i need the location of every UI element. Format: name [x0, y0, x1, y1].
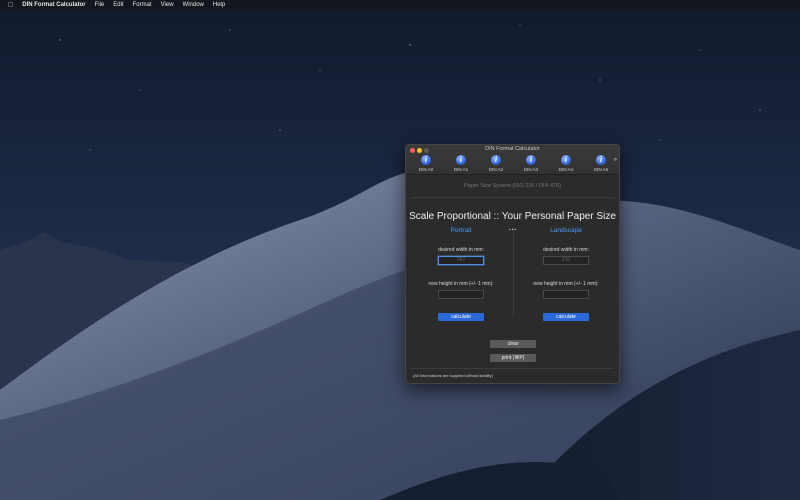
toolbar-din-a2[interactable]: i DIN A2: [486, 155, 506, 175]
divider: [411, 368, 614, 369]
toolbar-label: DIN A1: [453, 167, 469, 172]
apple-icon[interactable]: : [8, 2, 13, 9]
portrait-calculate-button[interactable]: calculate: [438, 313, 484, 321]
wallpaper-dunes: [0, 0, 800, 500]
info-icon: i: [456, 155, 466, 165]
landscape-width-input[interactable]: 210: [543, 256, 589, 265]
toolbar-label: DIN A5: [593, 167, 609, 172]
desktop-wallpaper: [0, 0, 800, 500]
menu-file[interactable]: File: [95, 2, 105, 8]
landscape-panel: Landscape desired width in mm: 210 new h…: [516, 227, 616, 321]
toolbar-din-a4[interactable]: i DIN A4: [556, 155, 576, 175]
clear-button[interactable]: clear: [490, 340, 536, 348]
portrait-height-output[interactable]: [438, 290, 484, 299]
landscape-calculate-button[interactable]: calculate: [543, 313, 589, 321]
info-icon: i: [421, 155, 431, 165]
landscape-width-label: desired width in mm:: [543, 247, 589, 253]
info-icon: i: [561, 155, 571, 165]
window-titlebar[interactable]: DIN Format Calculator i DIN A0 i DIN A1 …: [406, 145, 619, 175]
toolbar: i DIN A0 i DIN A1 i DIN A2 i DIN A3 i DI…: [416, 155, 611, 175]
window-content: Paper Size System (ISO 216 / DIN 476) Sc…: [406, 175, 619, 383]
info-icon: i: [526, 155, 536, 165]
column-divider: [513, 227, 514, 317]
info-icon: i: [491, 155, 501, 165]
disclaimer-text: (All informations are supplied without l…: [413, 373, 493, 378]
portrait-title: Portrait: [450, 227, 472, 234]
window-title: DIN Format Calculator: [485, 146, 540, 152]
toolbar-label: DIN A4: [558, 167, 574, 172]
menu-help[interactable]: Help: [213, 2, 225, 8]
print-button[interactable]: print (⌘P): [490, 354, 536, 362]
toolbar-label: DIN A0: [418, 167, 434, 172]
portrait-width-label: desired width in mm:: [438, 247, 484, 253]
portrait-height-label: new height in mm (+/- 1 mm):: [428, 281, 494, 287]
menu-bar:  DIN Format Calculator File Edit Format…: [0, 0, 800, 10]
subtitle: Paper Size System (ISO 216 / DIN 476): [464, 183, 561, 189]
toolbar-overflow-icon[interactable]: »: [614, 157, 617, 163]
divider: [411, 197, 614, 198]
landscape-title: Landscape: [550, 227, 582, 234]
landscape-height-label: new height in mm (+/- 1 mm):: [533, 281, 599, 287]
menu-edit[interactable]: Edit: [113, 2, 123, 8]
menu-app-name[interactable]: DIN Format Calculator: [22, 2, 85, 8]
portrait-width-input[interactable]: 297: [438, 256, 484, 265]
menu-view[interactable]: View: [161, 2, 174, 8]
toolbar-din-a1[interactable]: i DIN A1: [451, 155, 471, 175]
toolbar-din-a3[interactable]: i DIN A3: [521, 155, 541, 175]
info-icon: i: [596, 155, 606, 165]
portrait-panel: Portrait desired width in mm: 297 new he…: [411, 227, 511, 321]
menu-format[interactable]: Format: [133, 2, 152, 8]
toolbar-din-a5[interactable]: i DIN A5: [591, 155, 611, 175]
toolbar-label: DIN A2: [488, 167, 504, 172]
landscape-height-output[interactable]: [543, 290, 589, 299]
toolbar-label: DIN A3: [523, 167, 539, 172]
menu-window[interactable]: Window: [183, 2, 204, 8]
app-window: DIN Format Calculator i DIN A0 i DIN A1 …: [405, 144, 620, 384]
toolbar-din-a0[interactable]: i DIN A0: [416, 155, 436, 175]
